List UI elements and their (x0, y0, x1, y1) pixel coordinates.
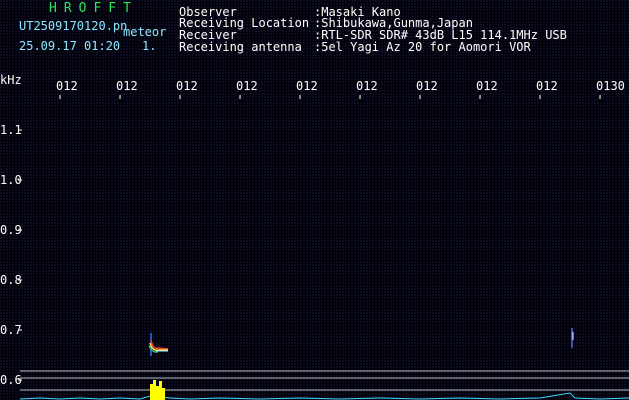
signal-trace (19, 392, 629, 400)
echo-strength-bars (150, 380, 165, 400)
meteor-echo (148, 333, 169, 356)
spectrogram-plot (18, 95, 629, 400)
spectrogram-window: HROFFT UT2509170120.pn meteor 25.09.17 0… (0, 0, 629, 400)
